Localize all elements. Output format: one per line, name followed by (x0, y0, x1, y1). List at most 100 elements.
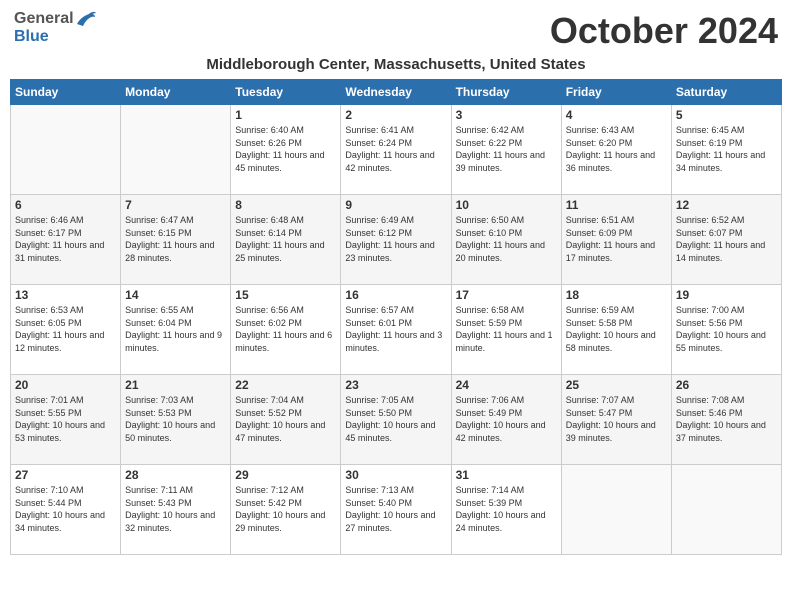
day-info: Sunrise: 6:52 AM Sunset: 6:07 PM Dayligh… (676, 214, 777, 264)
weekday-friday: Friday (561, 80, 671, 105)
calendar-cell: 11 Sunrise: 6:51 AM Sunset: 6:09 PM Dayli… (561, 195, 671, 285)
day-number: 3 (456, 108, 557, 122)
day-info: Sunrise: 7:03 AM Sunset: 5:53 PM Dayligh… (125, 394, 226, 444)
day-info: Sunrise: 6:48 AM Sunset: 6:14 PM Dayligh… (235, 214, 336, 264)
month-title: October 2024 (550, 10, 778, 52)
calendar-cell: 9Sunrise: 6:49 AM Sunset: 6:12 PM Daylig… (341, 195, 451, 285)
weekday-sunday: Sunday (11, 80, 121, 105)
weekday-header-row: SundayMondayTuesdayWednesdayThursdayFrid… (11, 80, 782, 105)
calendar-cell: 8 Sunrise: 6:48 AM Sunset: 6:14 PM Daylig… (231, 195, 341, 285)
calendar-cell (11, 105, 121, 195)
day-number: 7 (125, 198, 226, 212)
logo-bird-icon (75, 10, 97, 28)
day-info: Sunrise: 6:51 AM Sunset: 6:09 PM Dayligh… (566, 214, 667, 264)
weekday-monday: Monday (121, 80, 231, 105)
day-info: Sunrise: 7:07 AM Sunset: 5:47 PM Dayligh… (566, 394, 667, 444)
calendar-cell (121, 105, 231, 195)
calendar-cell: 2 Sunrise: 6:41 AM Sunset: 6:24 PM Daylig… (341, 105, 451, 195)
week-row-4: 20 Sunrise: 7:01 AM Sunset: 5:55 PM Dayli… (11, 375, 782, 465)
day-number: 18 (566, 288, 667, 302)
day-number: 9 (345, 198, 446, 212)
calendar-cell: 15 Sunrise: 6:56 AM Sunset: 6:02 PM Dayli… (231, 285, 341, 375)
calendar-cell: 28 Sunrise: 7:11 AM Sunset: 5:43 PM Dayli… (121, 465, 231, 555)
calendar-cell: 3 Sunrise: 6:42 AM Sunset: 6:22 PM Daylig… (451, 105, 561, 195)
day-info: Sunrise: 6:59 AM Sunset: 5:58 PM Dayligh… (566, 304, 667, 354)
day-number: 10 (456, 198, 557, 212)
calendar-cell: 7 Sunrise: 6:47 AM Sunset: 6:15 PM Daylig… (121, 195, 231, 285)
day-number: 25 (566, 378, 667, 392)
location-title: Middleborough Center, Massachusetts, Uni… (10, 56, 782, 73)
week-row-2: 6Sunrise: 6:46 AM Sunset: 6:17 PM Daylig… (11, 195, 782, 285)
calendar-cell: 16Sunrise: 6:57 AM Sunset: 6:01 PM Dayli… (341, 285, 451, 375)
weekday-wednesday: Wednesday (341, 80, 451, 105)
day-info: Sunrise: 6:43 AM Sunset: 6:20 PM Dayligh… (566, 124, 667, 174)
day-number: 12 (676, 198, 777, 212)
day-number: 14 (125, 288, 226, 302)
day-number: 20 (15, 378, 116, 392)
day-info: Sunrise: 6:40 AM Sunset: 6:26 PM Dayligh… (235, 124, 336, 174)
day-number: 4 (566, 108, 667, 122)
calendar-cell: 18 Sunrise: 6:59 AM Sunset: 5:58 PM Dayli… (561, 285, 671, 375)
calendar-cell: 26 Sunrise: 7:08 AM Sunset: 5:46 PM Dayli… (671, 375, 781, 465)
day-info: Sunrise: 6:58 AM Sunset: 5:59 PM Dayligh… (456, 304, 557, 354)
day-number: 24 (456, 378, 557, 392)
calendar-cell: 27Sunrise: 7:10 AM Sunset: 5:44 PM Dayli… (11, 465, 121, 555)
day-number: 26 (676, 378, 777, 392)
day-number: 22 (235, 378, 336, 392)
calendar-cell: 25 Sunrise: 7:07 AM Sunset: 5:47 PM Dayli… (561, 375, 671, 465)
weekday-thursday: Thursday (451, 80, 561, 105)
week-row-5: 27Sunrise: 7:10 AM Sunset: 5:44 PM Dayli… (11, 465, 782, 555)
day-number: 31 (456, 468, 557, 482)
calendar-cell: 24 Sunrise: 7:06 AM Sunset: 5:49 PM Dayli… (451, 375, 561, 465)
day-info: Sunrise: 7:06 AM Sunset: 5:49 PM Dayligh… (456, 394, 557, 444)
calendar-cell: 10 Sunrise: 6:50 AM Sunset: 6:10 PM Dayli… (451, 195, 561, 285)
calendar-table: SundayMondayTuesdayWednesdayThursdayFrid… (10, 79, 782, 555)
day-number: 21 (125, 378, 226, 392)
day-info: Sunrise: 7:08 AM Sunset: 5:46 PM Dayligh… (676, 394, 777, 444)
calendar-cell: 31 Sunrise: 7:14 AM Sunset: 5:39 PM Dayli… (451, 465, 561, 555)
calendar-cell: 1 Sunrise: 6:40 AM Sunset: 6:26 PM Daylig… (231, 105, 341, 195)
weekday-tuesday: Tuesday (231, 80, 341, 105)
calendar-cell: 21 Sunrise: 7:03 AM Sunset: 5:53 PM Dayli… (121, 375, 231, 465)
day-number: 8 (235, 198, 336, 212)
day-info: Sunrise: 6:53 AM Sunset: 6:05 PM Dayligh… (15, 304, 116, 354)
day-number: 27 (15, 468, 116, 482)
day-number: 30 (345, 468, 446, 482)
day-number: 29 (235, 468, 336, 482)
day-number: 2 (345, 108, 446, 122)
day-info: Sunrise: 7:13 AM Sunset: 5:40 PM Dayligh… (345, 484, 446, 534)
day-info: Sunrise: 7:04 AM Sunset: 5:52 PM Dayligh… (235, 394, 336, 444)
day-info: Sunrise: 7:12 AM Sunset: 5:42 PM Dayligh… (235, 484, 336, 534)
calendar-cell: 6Sunrise: 6:46 AM Sunset: 6:17 PM Daylig… (11, 195, 121, 285)
day-number: 28 (125, 468, 226, 482)
day-number: 13 (15, 288, 116, 302)
day-info: Sunrise: 7:14 AM Sunset: 5:39 PM Dayligh… (456, 484, 557, 534)
day-info: Sunrise: 6:47 AM Sunset: 6:15 PM Dayligh… (125, 214, 226, 264)
calendar-cell: 30 Sunrise: 7:13 AM Sunset: 5:40 PM Dayli… (341, 465, 451, 555)
page-header: General Blue October 2024 (10, 10, 782, 52)
day-number: 17 (456, 288, 557, 302)
calendar-cell: 22 Sunrise: 7:04 AM Sunset: 5:52 PM Dayli… (231, 375, 341, 465)
day-number: 23 (345, 378, 446, 392)
logo-blue-text: Blue (14, 28, 49, 45)
calendar-cell: 17 Sunrise: 6:58 AM Sunset: 5:59 PM Dayli… (451, 285, 561, 375)
day-number: 1 (235, 108, 336, 122)
day-info: Sunrise: 6:41 AM Sunset: 6:24 PM Dayligh… (345, 124, 446, 174)
day-info: Sunrise: 6:56 AM Sunset: 6:02 PM Dayligh… (235, 304, 336, 354)
day-number: 15 (235, 288, 336, 302)
day-info: Sunrise: 6:55 AM Sunset: 6:04 PM Dayligh… (125, 304, 226, 354)
day-number: 11 (566, 198, 667, 212)
day-number: 6 (15, 198, 116, 212)
week-row-1: 1 Sunrise: 6:40 AM Sunset: 6:26 PM Daylig… (11, 105, 782, 195)
logo: General Blue (14, 10, 98, 46)
day-number: 16 (345, 288, 446, 302)
calendar-cell: 5Sunrise: 6:45 AM Sunset: 6:19 PM Daylig… (671, 105, 781, 195)
day-info: Sunrise: 6:50 AM Sunset: 6:10 PM Dayligh… (456, 214, 557, 264)
calendar-cell (561, 465, 671, 555)
day-info: Sunrise: 7:01 AM Sunset: 5:55 PM Dayligh… (15, 394, 116, 444)
day-info: Sunrise: 6:42 AM Sunset: 6:22 PM Dayligh… (456, 124, 557, 174)
day-info: Sunrise: 7:11 AM Sunset: 5:43 PM Dayligh… (125, 484, 226, 534)
calendar-cell: 19Sunrise: 7:00 AM Sunset: 5:56 PM Dayli… (671, 285, 781, 375)
day-info: Sunrise: 6:45 AM Sunset: 6:19 PM Dayligh… (676, 124, 777, 174)
calendar-cell: 14 Sunrise: 6:55 AM Sunset: 6:04 PM Dayli… (121, 285, 231, 375)
